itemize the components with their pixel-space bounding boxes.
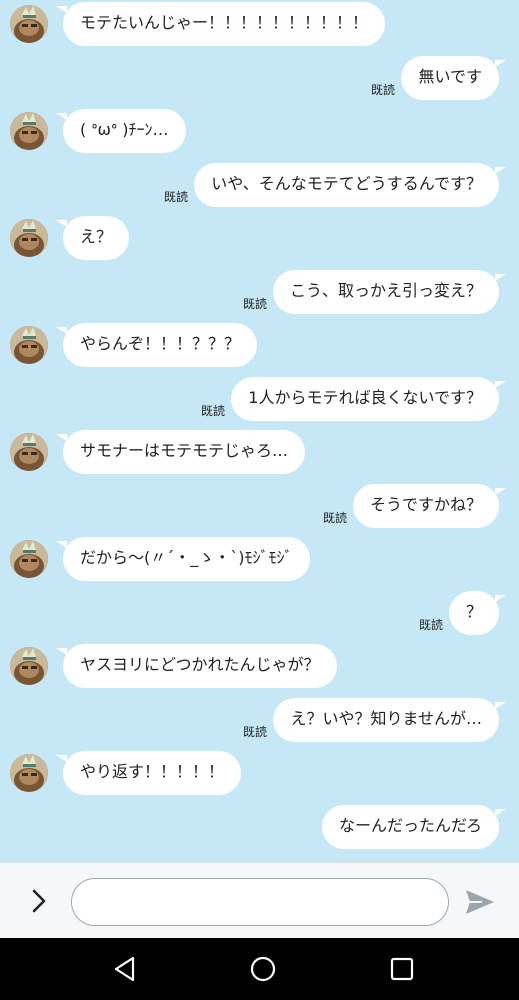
back-triangle-icon[interactable] bbox=[111, 955, 139, 983]
message-row: サモナーはモテモテじゃろ… bbox=[0, 428, 519, 478]
chat-area[interactable]: モテたいんじゃー！！！！！！！！！！ 無いです 既読( ᐤωᐤ )ﾁｰﾝ… いや、そん… bbox=[0, 0, 519, 862]
message-row: ヤスヨリにどつかれたんじゃが？ bbox=[0, 642, 519, 692]
read-receipt: 既読 bbox=[370, 83, 395, 97]
system-nav-bar bbox=[0, 938, 519, 1000]
read-receipt: 既読 bbox=[242, 297, 267, 311]
outgoing-message-bubble[interactable]: こう、取っかえ引っ変え？ bbox=[272, 270, 507, 314]
message-row: そうですかね？ 既読 bbox=[0, 482, 519, 532]
outgoing-message-bubble[interactable]: 無いです bbox=[401, 56, 506, 100]
message-row: やらんぞ！！！？？？ bbox=[0, 321, 519, 371]
incoming-message-bubble[interactable]: ( ᐤωᐤ )ﾁｰﾝ… bbox=[56, 109, 186, 153]
message-row: ？ 既読 bbox=[0, 589, 519, 639]
outgoing-message-bubble[interactable]: そうですかね？ bbox=[352, 484, 507, 528]
avatar[interactable] bbox=[10, 112, 48, 150]
send-icon[interactable] bbox=[464, 888, 496, 916]
chevron-right-icon[interactable] bbox=[26, 888, 52, 914]
incoming-message-bubble[interactable]: やり返す！！！！！ bbox=[55, 751, 242, 795]
message-row: え？ bbox=[0, 214, 519, 264]
incoming-message-bubble[interactable]: やらんぞ！！！？？？ bbox=[55, 323, 258, 367]
read-receipt: 既読 bbox=[200, 404, 225, 418]
outgoing-message-bubble[interactable]: ？ bbox=[448, 591, 507, 635]
outgoing-message-bubble[interactable]: 1人からモテれば良くないです？ bbox=[231, 377, 506, 421]
incoming-message-bubble[interactable]: え？ bbox=[55, 216, 130, 260]
avatar[interactable] bbox=[10, 326, 48, 364]
message-row: こう、取っかえ引っ変え？ 既読 bbox=[0, 268, 519, 318]
outgoing-message-bubble[interactable]: なーんだったんだろ bbox=[321, 805, 507, 849]
read-receipt: 既読 bbox=[163, 190, 188, 204]
message-row: ( ᐤωᐤ )ﾁｰﾝ… bbox=[0, 107, 519, 157]
home-circle-icon[interactable] bbox=[249, 955, 277, 983]
avatar[interactable] bbox=[10, 540, 48, 578]
message-input[interactable] bbox=[71, 878, 449, 926]
message-row: え？いや？知りませんが… 既読 bbox=[0, 696, 519, 746]
outgoing-message-bubble[interactable]: え？いや？知りませんが… bbox=[273, 698, 506, 742]
outgoing-message-bubble[interactable]: いや、そんなモテてどうするんです？ bbox=[194, 163, 506, 207]
avatar[interactable] bbox=[10, 433, 48, 471]
incoming-message-bubble[interactable]: ヤスヨリにどつかれたんじゃが？ bbox=[56, 644, 337, 688]
incoming-message-bubble[interactable]: サモナーはモテモテじゃろ… bbox=[55, 430, 306, 474]
message-row: だから〜(〃´・_ゝ・`)ﾓｼﾞﾓｼﾞ bbox=[0, 535, 519, 585]
avatar[interactable] bbox=[10, 219, 48, 257]
message-row: やり返す！！！！！ bbox=[0, 749, 519, 799]
read-receipt: 既読 bbox=[322, 511, 347, 525]
message-row: 無いです 既読 bbox=[0, 54, 519, 104]
read-receipt: 既読 bbox=[242, 725, 267, 739]
message-row: 1人からモテれば良くないです？ 既読 bbox=[0, 375, 519, 425]
message-row: なーんだったんだろ bbox=[0, 803, 519, 853]
recents-square-icon[interactable] bbox=[388, 955, 416, 983]
message-composer bbox=[0, 862, 519, 939]
incoming-message-bubble[interactable]: モテたいんじゃー！！！！！！！！！！ bbox=[55, 2, 386, 46]
message-row: いや、そんなモテてどうするんです？ 既読 bbox=[0, 161, 519, 211]
message-row: モテたいんじゃー！！！！！！！！！！ bbox=[0, 0, 519, 50]
incoming-message-bubble[interactable]: だから〜(〃´・_ゝ・`)ﾓｼﾞﾓｼﾞ bbox=[56, 537, 310, 581]
avatar[interactable] bbox=[10, 647, 48, 685]
read-receipt: 既読 bbox=[418, 618, 443, 632]
avatar[interactable] bbox=[10, 5, 48, 43]
avatar[interactable] bbox=[10, 754, 48, 792]
